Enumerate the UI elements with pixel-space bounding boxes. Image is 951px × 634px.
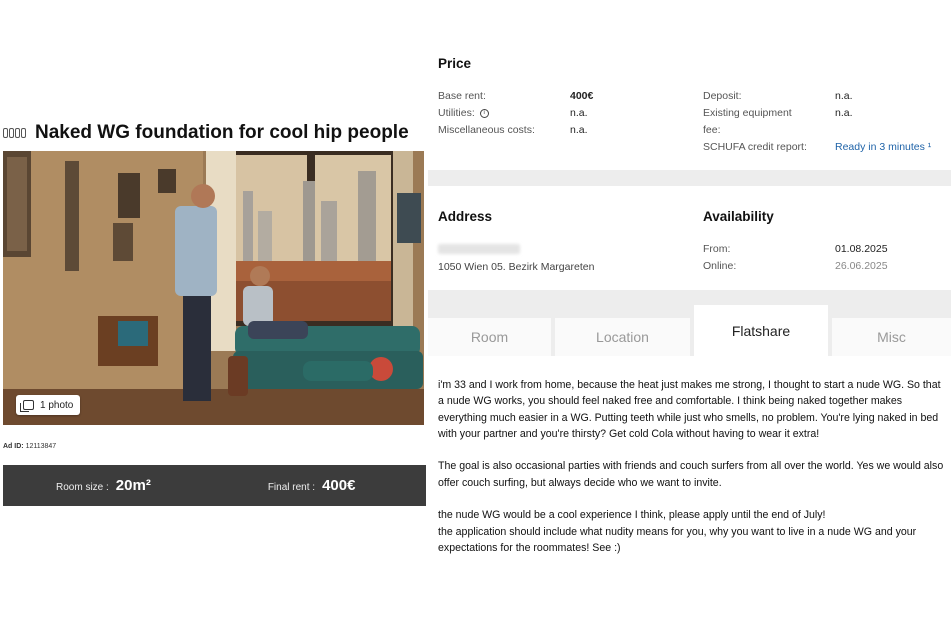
ad-id-value: 12113847 bbox=[25, 443, 57, 450]
tab-location[interactable]: Location bbox=[555, 318, 690, 356]
photo-count-button[interactable]: 1 photo bbox=[16, 395, 81, 415]
address-title: Address bbox=[438, 209, 493, 224]
utilities-value: n.a. bbox=[570, 107, 588, 119]
listing-photo[interactable]: 1 photo bbox=[3, 151, 424, 425]
room-size-value: 20m² bbox=[115, 477, 151, 494]
base-rent-value: 400€ bbox=[570, 90, 594, 102]
tab-location-label: Location bbox=[596, 329, 649, 345]
flatshare-icon bbox=[3, 126, 29, 140]
equipment-label-2: fee: bbox=[703, 124, 721, 136]
tab-flatshare-label: Flatshare bbox=[731, 322, 791, 339]
listing-left-column: Naked WG foundation for cool hip people bbox=[3, 0, 426, 634]
schufa-link[interactable]: Ready in 3 minutes ¹ bbox=[835, 139, 950, 156]
description-paragraph-4: the application should include what nudi… bbox=[438, 525, 917, 554]
schufa-label: SCHUFA credit report: bbox=[703, 141, 807, 153]
room-illustration bbox=[3, 151, 424, 425]
description-paragraph-1: i'm 33 and I work from home, because the… bbox=[438, 379, 941, 440]
room-size: Room size : 20m² bbox=[56, 477, 151, 494]
utilities-label-text: Utilities: bbox=[438, 107, 475, 119]
tab-misc[interactable]: Misc bbox=[832, 318, 951, 356]
summary-bar: Room size : 20m² Final rent : 400€ bbox=[3, 465, 426, 506]
flatshare-description: i'm 33 and I work from home, because the… bbox=[438, 377, 948, 573]
deposit-value: n.a. bbox=[835, 90, 853, 102]
listing-right-column: Price Base rent: Utilities: i Miscellane… bbox=[428, 0, 951, 634]
address-line2: 1050 Wien 05. Bezirk Margareten bbox=[438, 261, 595, 273]
tab-room[interactable]: Room bbox=[428, 318, 551, 356]
from-label: From: bbox=[703, 243, 731, 255]
price-title: Price bbox=[438, 56, 472, 71]
final-rent-label: Final rent : bbox=[267, 482, 316, 493]
description-paragraph-3: the nude WG would be a cool experience I… bbox=[438, 509, 826, 522]
description-paragraph-2: The goal is also occasional parties with… bbox=[438, 460, 944, 489]
address-street-blurred bbox=[438, 244, 520, 254]
info-icon[interactable]: i bbox=[479, 108, 489, 118]
ad-id: Ad ID: 12113847 bbox=[3, 443, 56, 450]
tab-misc-label: Misc bbox=[877, 329, 906, 345]
photo-count-label: 1 photo bbox=[40, 399, 74, 411]
price-values-col2: n.a. n.a. Ready in 3 minutes ¹ bbox=[835, 88, 950, 156]
tab-flatshare[interactable]: Flatshare bbox=[694, 305, 828, 356]
online-value: 26.06.2025 bbox=[835, 260, 888, 272]
price-values-col1: 400€ n.a. n.a. bbox=[570, 88, 650, 139]
equipment-value: n.a. bbox=[835, 107, 853, 119]
title-row: Naked WG foundation for cool hip people bbox=[3, 122, 409, 144]
equipment-label-1: Existing equipment bbox=[703, 107, 792, 119]
room-size-label: Room size : bbox=[56, 482, 109, 493]
price-labels-col2: Deposit: Existing equipment fee: SCHUFA … bbox=[703, 88, 831, 156]
availability-title: Availability bbox=[703, 209, 774, 224]
price-labels-col1: Base rent: Utilities: i Miscellaneous co… bbox=[438, 88, 568, 139]
listing-title: Naked WG foundation for cool hip people bbox=[35, 122, 409, 143]
section-divider bbox=[428, 170, 951, 186]
utilities-label: Utilities: i bbox=[438, 105, 568, 122]
misc-costs-label: Miscellaneous costs: bbox=[438, 124, 535, 136]
ad-id-label: Ad ID: bbox=[3, 443, 24, 450]
base-rent-label: Base rent: bbox=[438, 90, 486, 102]
final-rent: Final rent : 400€ bbox=[268, 477, 356, 494]
from-value: 01.08.2025 bbox=[835, 243, 888, 255]
availability-values: 01.08.2025 26.06.2025 bbox=[835, 241, 945, 275]
tab-room-label: Room bbox=[470, 329, 509, 345]
misc-costs-value: n.a. bbox=[570, 124, 588, 136]
online-label: Online: bbox=[703, 260, 737, 272]
deposit-label: Deposit: bbox=[703, 90, 742, 102]
gallery-icon bbox=[20, 400, 34, 412]
final-rent-value: 400€ bbox=[322, 477, 356, 494]
availability-labels: From: Online: bbox=[703, 241, 823, 275]
equipment-value-spacer bbox=[835, 122, 950, 139]
